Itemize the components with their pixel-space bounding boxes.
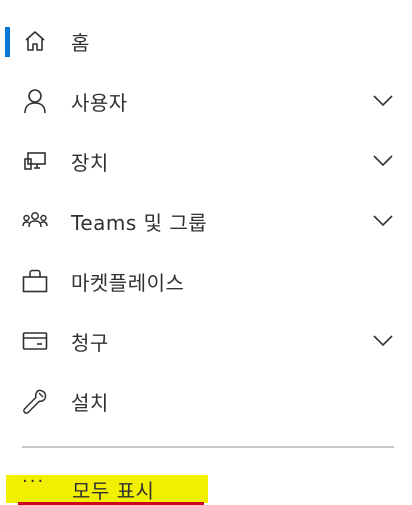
nav-item-home[interactable]: 홈: [0, 11, 412, 71]
more-dots-icon: ···: [22, 471, 46, 492]
chevron-down-icon[interactable]: [372, 90, 394, 112]
nav-item-label: 사용자: [71, 90, 128, 115]
nav-item-marketplace[interactable]: 마켓플레이스: [0, 251, 412, 311]
person-icon: [20, 86, 50, 116]
shopping-bag-icon: [20, 266, 50, 296]
show-all-button[interactable]: ··· 모두 표시: [6, 471, 208, 503]
credit-card-icon: [20, 326, 50, 356]
nav-item-label: 장치: [71, 150, 109, 175]
group-icon: [20, 206, 50, 236]
devices-icon: [20, 146, 50, 176]
home-icon: [20, 26, 50, 56]
chevron-down-icon[interactable]: [372, 330, 394, 352]
nav-item-users[interactable]: 사용자: [0, 71, 412, 131]
nav-item-teams-groups[interactable]: Teams 및 그룹: [0, 191, 412, 251]
chevron-down-icon[interactable]: [372, 150, 394, 172]
nav-item-label: 설치: [71, 390, 109, 415]
chevron-down-icon[interactable]: [372, 210, 394, 232]
nav-item-label: Teams 및 그룹: [71, 210, 208, 235]
nav-item-label: 홈: [71, 30, 90, 55]
nav-item-devices[interactable]: 장치: [0, 131, 412, 191]
left-navigation: 홈 사용자 장치 Teams 및 그룹 마켓플레이스 청구 설치 ··· 모두 …: [0, 0, 412, 505]
divider: [22, 446, 394, 448]
nav-item-setup[interactable]: 설치: [0, 371, 412, 431]
active-indicator: [5, 27, 10, 57]
nav-item-billing[interactable]: 청구: [0, 311, 412, 371]
nav-item-label: 마켓플레이스: [71, 270, 185, 295]
wrench-icon: [20, 386, 50, 416]
nav-item-label: 청구: [71, 330, 109, 355]
show-all-label: 모두 표시: [72, 479, 155, 503]
